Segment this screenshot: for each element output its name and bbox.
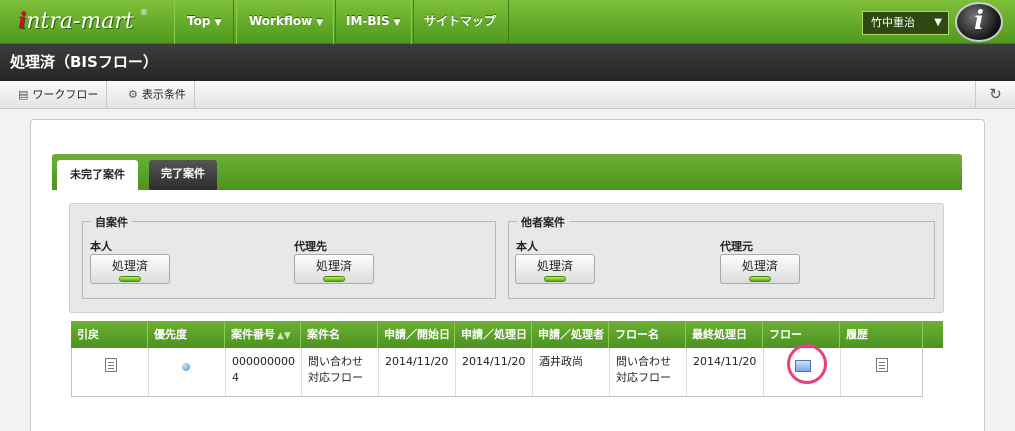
brand-text: intra-mart [18, 8, 134, 34]
others-self-processed-button[interactable]: 処理済 [515, 254, 595, 284]
display-conditions-button[interactable]: ⚙ 表示条件 [122, 81, 195, 108]
col-history[interactable]: 履歴 [840, 321, 923, 348]
nav-top[interactable]: Top ▼ [174, 0, 235, 44]
col-flow-name[interactable]: フロー名 [609, 321, 686, 348]
caret-down-icon: ▼ [393, 18, 401, 28]
refresh-icon: ↻ [989, 85, 1002, 103]
intra-mart-logo[interactable]: intra-mart ® [8, 6, 172, 38]
nav-im-bis[interactable]: IM-BIS ▼ [333, 0, 414, 44]
top-navbar: intra-mart ® Top ▼ Workflow ▼ IM-BIS ▼ サイトマ… [0, 0, 1015, 44]
tab-strip: 未完了案件 完了案件 [52, 154, 962, 190]
own-cases-legend: 自案件 [91, 214, 132, 230]
toolbar: ▤ ワークフロー ⚙ 表示条件 ↻ [0, 81, 1015, 109]
gear-icon: ⚙ [128, 88, 138, 101]
case-number-cell: 000000000 4 [226, 348, 302, 396]
col-start-date[interactable]: 申請／開始日 [378, 321, 455, 348]
last-date-cell: 2014/11/20 [687, 348, 764, 396]
processor-cell: 酒井政尚 [533, 348, 610, 396]
caret-down-icon: ▼ [316, 18, 324, 28]
highlight-ring [787, 344, 827, 384]
others-cases-legend: 他者案件 [517, 214, 569, 230]
nav-sitemap[interactable]: サイトマップ [411, 0, 510, 44]
tab-complete[interactable]: 完了案件 [149, 160, 217, 190]
others-proxy-label: 代理元 [720, 240, 753, 253]
sort-icon[interactable]: ▲▼ [277, 331, 291, 341]
col-priority[interactable]: 優先度 [148, 321, 225, 348]
status-light-icon [323, 276, 345, 282]
own-self-processed-button[interactable]: 処理済 [90, 254, 170, 284]
col-process-date[interactable]: 申請／処理日 [455, 321, 532, 348]
caret-down-icon: ▼ [214, 18, 222, 28]
pullback-cell [72, 348, 149, 396]
col-processor[interactable]: 申請／処理者 [532, 321, 609, 348]
priority-cell [149, 348, 226, 396]
status-light-icon [544, 276, 566, 282]
start-date-cell: 2014/11/20 [379, 348, 456, 396]
pullback-icon[interactable] [105, 358, 117, 372]
refresh-button[interactable]: ↻ [975, 81, 1015, 108]
own-self-label: 本人 [90, 240, 112, 253]
history-icon[interactable] [876, 358, 888, 372]
flow-name-cell: 問い合わせ 対応フロー [610, 348, 687, 396]
col-last-date[interactable]: 最終処理日 [686, 321, 763, 348]
list-icon: ▤ [18, 88, 29, 101]
tab-incomplete[interactable]: 未完了案件 [57, 160, 138, 190]
avatar[interactable]: i [955, 2, 1003, 42]
col-case-name[interactable]: 案件名 [301, 321, 378, 348]
process-date-cell: 2014/11/20 [456, 348, 533, 396]
status-light-icon [749, 276, 771, 282]
user-name: 竹中重治 [871, 16, 915, 29]
nav-workflow[interactable]: Workflow ▼ [236, 0, 337, 44]
priority-dot-icon [182, 363, 190, 371]
case-name-cell: 問い合わせ 対応フロー [302, 348, 379, 396]
user-menu[interactable]: 竹中重治 ▼ [862, 11, 949, 35]
others-proxy-processed-button[interactable]: 処理済 [720, 254, 800, 284]
col-pullback[interactable]: 引戻 [71, 321, 148, 348]
workflow-button[interactable]: ▤ ワークフロー [12, 81, 108, 108]
caret-down-icon: ▼ [934, 17, 942, 28]
others-self-label: 本人 [516, 240, 538, 253]
col-case-number[interactable]: 案件番号 ▲▼ [225, 321, 301, 348]
history-cell [841, 348, 924, 396]
own-proxy-processed-button[interactable]: 処理済 [294, 254, 374, 284]
status-light-icon [119, 276, 141, 282]
own-proxy-label: 代理先 [294, 240, 327, 253]
page-title: 処理済（BISフロー） [0, 44, 1015, 81]
